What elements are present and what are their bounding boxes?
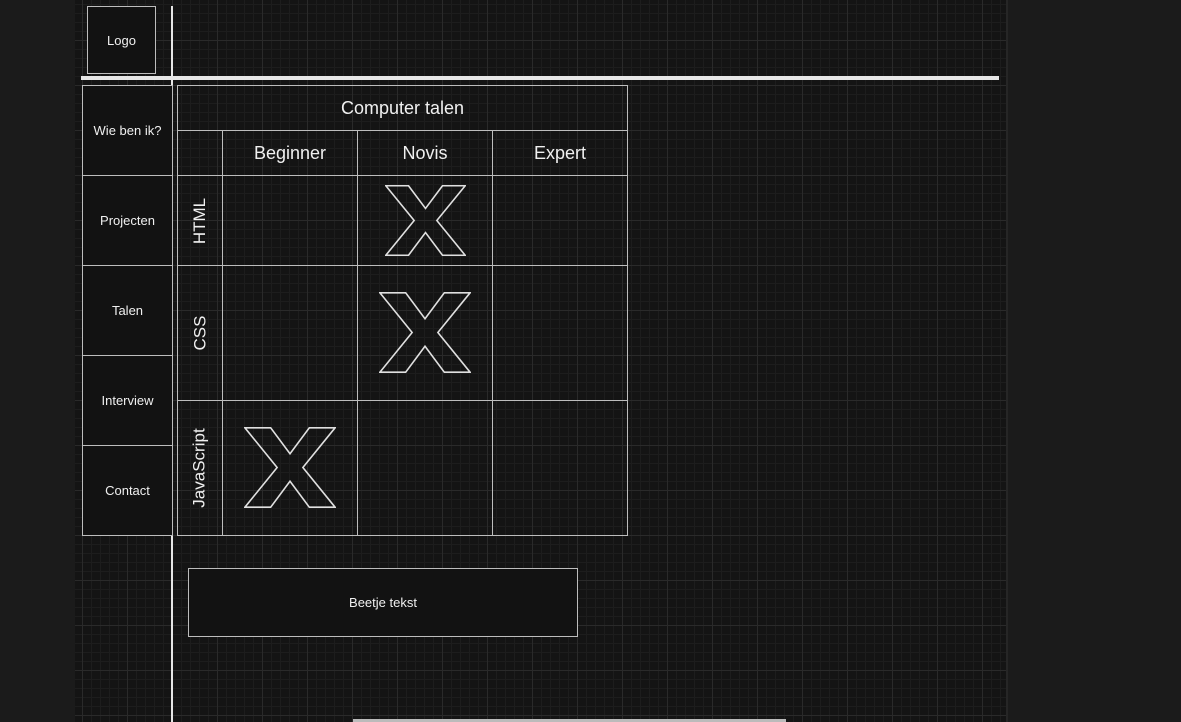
- row-label: CSS: [190, 315, 209, 351]
- logo-box: Logo: [87, 6, 156, 74]
- nav-item-contact[interactable]: Contact: [82, 445, 173, 536]
- table-title: Computer talen: [177, 85, 628, 131]
- x-mark-icon: [385, 185, 466, 256]
- corner-cell: [177, 130, 223, 176]
- nav-label: Talen: [111, 303, 144, 318]
- nav-label: Contact: [105, 483, 150, 498]
- column-header: Novis: [357, 130, 493, 176]
- table-cell: [492, 400, 628, 536]
- table-cell: [357, 400, 493, 536]
- nav-label: Wie ben ik?: [93, 123, 162, 138]
- row-header: HTML: [177, 175, 223, 266]
- x-mark-icon: [244, 427, 336, 508]
- nav-item-talen[interactable]: Talen: [82, 265, 173, 356]
- nav-item-interview[interactable]: Interview: [82, 355, 173, 446]
- table-cell: [222, 175, 358, 266]
- text-box-label: Beetje tekst: [349, 595, 417, 610]
- row-header: CSS: [177, 265, 223, 401]
- nav-label: Projecten: [100, 213, 155, 228]
- table-title-text: Computer talen: [340, 97, 465, 118]
- text-box: Beetje tekst: [188, 568, 578, 637]
- nav-item-projecten[interactable]: Projecten: [82, 175, 173, 266]
- x-mark-icon: [379, 292, 471, 373]
- column-header: Beginner: [222, 130, 358, 176]
- table-cell: [492, 265, 628, 401]
- nav-item-wie-ben-ik[interactable]: Wie ben ik?: [82, 85, 173, 176]
- header-divider: [81, 76, 999, 80]
- table-cell: [492, 175, 628, 266]
- logo-label: Logo: [107, 32, 136, 48]
- table-cell: [222, 265, 358, 401]
- row-label: HTML: [190, 197, 209, 244]
- column-header: Expert: [492, 130, 628, 176]
- row-header: JavaScript: [177, 400, 223, 536]
- nav-label: Interview: [101, 393, 154, 408]
- column-label: Beginner: [253, 142, 327, 163]
- column-label: Expert: [533, 142, 587, 163]
- row-label: JavaScript: [190, 428, 209, 508]
- column-label: Novis: [402, 142, 448, 163]
